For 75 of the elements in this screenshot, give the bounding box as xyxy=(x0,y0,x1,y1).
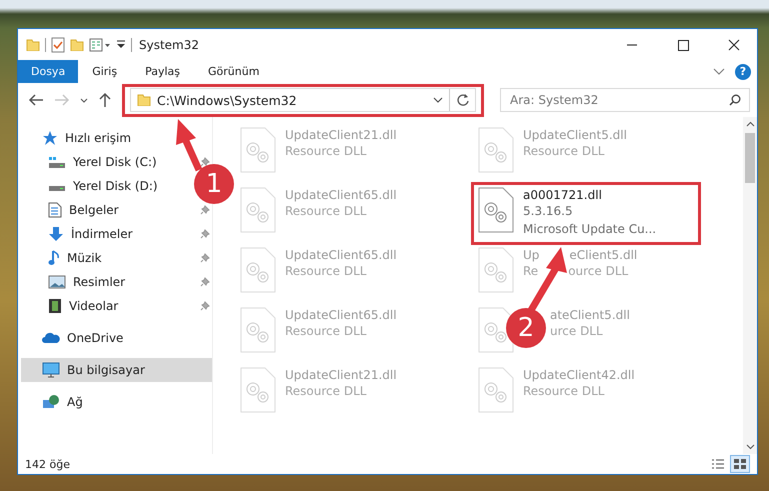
pin-icon[interactable] xyxy=(200,205,210,215)
dll-file-icon[interactable] xyxy=(478,187,514,233)
properties-icon[interactable] xyxy=(89,38,111,52)
cloud-icon xyxy=(42,332,60,344)
file-detail: Resource DLL xyxy=(523,143,604,160)
checklist-icon[interactable] xyxy=(51,36,65,52)
scrollbar[interactable] xyxy=(743,117,757,454)
address-path: C:\Windows\System32 xyxy=(157,92,298,108)
scroll-thumb[interactable] xyxy=(745,133,755,183)
sidebar-label: OneDrive xyxy=(67,331,124,345)
sidebar-item[interactable]: Hızlı erişim xyxy=(18,126,212,150)
file-detail: ource DLL xyxy=(568,263,628,280)
sidebar-item[interactable]: Bu bilgisayar xyxy=(21,358,212,382)
file-detail: Resource DLL xyxy=(285,143,366,160)
file-detail: Re xyxy=(523,263,538,280)
chevron-down-icon[interactable] xyxy=(713,68,725,75)
sidebar-item[interactable]: Yerel Disk (D:) xyxy=(73,179,158,193)
search-icon xyxy=(729,94,741,106)
back-arrow-icon[interactable] xyxy=(28,93,44,107)
file-detail: Resource DLL xyxy=(285,383,366,400)
file-detail: 5.3.16.5 xyxy=(523,203,573,220)
window-title: System32 xyxy=(139,38,200,52)
file-name[interactable]: a0001721.dll xyxy=(523,188,602,202)
file-detail: urce DLL xyxy=(550,323,603,340)
folder-icon xyxy=(137,94,151,106)
item-count: 142 öğe xyxy=(25,458,70,470)
folder-icon[interactable] xyxy=(26,38,40,50)
pin-icon[interactable] xyxy=(200,277,210,287)
sidebar-item[interactable]: Ağ xyxy=(18,390,212,414)
sidebar-label: Hızlı erişim xyxy=(65,131,132,145)
pin-icon[interactable] xyxy=(200,157,210,167)
film-icon xyxy=(48,298,62,314)
sidebar-item[interactable]: Belgeler xyxy=(69,203,119,217)
download-arrow-icon xyxy=(48,226,64,242)
ribbon-tab[interactable]: Görünüm xyxy=(194,60,274,83)
up-arrow-icon[interactable] xyxy=(98,92,112,108)
caret-icon[interactable] xyxy=(80,98,88,102)
refresh-icon[interactable] xyxy=(456,93,470,107)
computer-icon xyxy=(42,362,60,378)
scroll-up-icon[interactable] xyxy=(746,121,754,127)
sidebar-label: Bu bilgisayar xyxy=(67,363,146,377)
sidebar-item[interactable]: Yerel Disk (C:) xyxy=(73,155,157,169)
sidebar-item[interactable]: Müzik xyxy=(67,251,102,265)
sidebar-item[interactable]: İndirmeler xyxy=(71,227,133,241)
network-icon xyxy=(42,394,60,410)
picture-icon xyxy=(48,275,66,289)
pin-icon[interactable] xyxy=(200,301,210,311)
drive-icon xyxy=(48,186,66,190)
file-detail: Microsoft Update Cu... xyxy=(523,221,656,238)
pin-icon[interactable] xyxy=(200,229,210,239)
scroll-down-icon[interactable] xyxy=(746,444,754,450)
file-detail: Resource DLL xyxy=(285,263,366,280)
music-note-icon xyxy=(48,250,60,266)
sidebar-item[interactable]: Videolar xyxy=(69,299,118,313)
search-field[interactable]: Ara: System32 xyxy=(500,88,750,112)
callout-arrow xyxy=(176,119,202,172)
folder-icon[interactable] xyxy=(70,38,84,50)
pin-icon[interactable] xyxy=(200,253,210,263)
file-detail: Resource DLL xyxy=(523,383,604,400)
ribbon-tab[interactable]: Dosya xyxy=(18,60,78,83)
large-icons-view-icon[interactable] xyxy=(731,456,749,472)
document-icon xyxy=(48,202,62,218)
drive-icon xyxy=(48,156,66,168)
caret-icon[interactable] xyxy=(433,97,443,103)
address-field[interactable]: C:\Windows\System32 xyxy=(130,88,476,112)
sidebar-item[interactable]: OneDrive xyxy=(18,326,212,350)
star-icon xyxy=(42,130,58,146)
sidebar-item[interactable]: Resimler xyxy=(73,275,126,289)
ribbon-tab[interactable]: Giriş xyxy=(78,60,132,83)
customize-toolbar-icon[interactable] xyxy=(116,40,126,49)
file-detail: Resource DLL xyxy=(285,203,366,220)
file-detail: Resource DLL xyxy=(285,323,366,340)
ribbon-tab[interactable]: Paylaş xyxy=(131,60,194,83)
help-icon[interactable]: ? xyxy=(735,64,751,80)
sidebar-label: Ağ xyxy=(67,395,84,409)
